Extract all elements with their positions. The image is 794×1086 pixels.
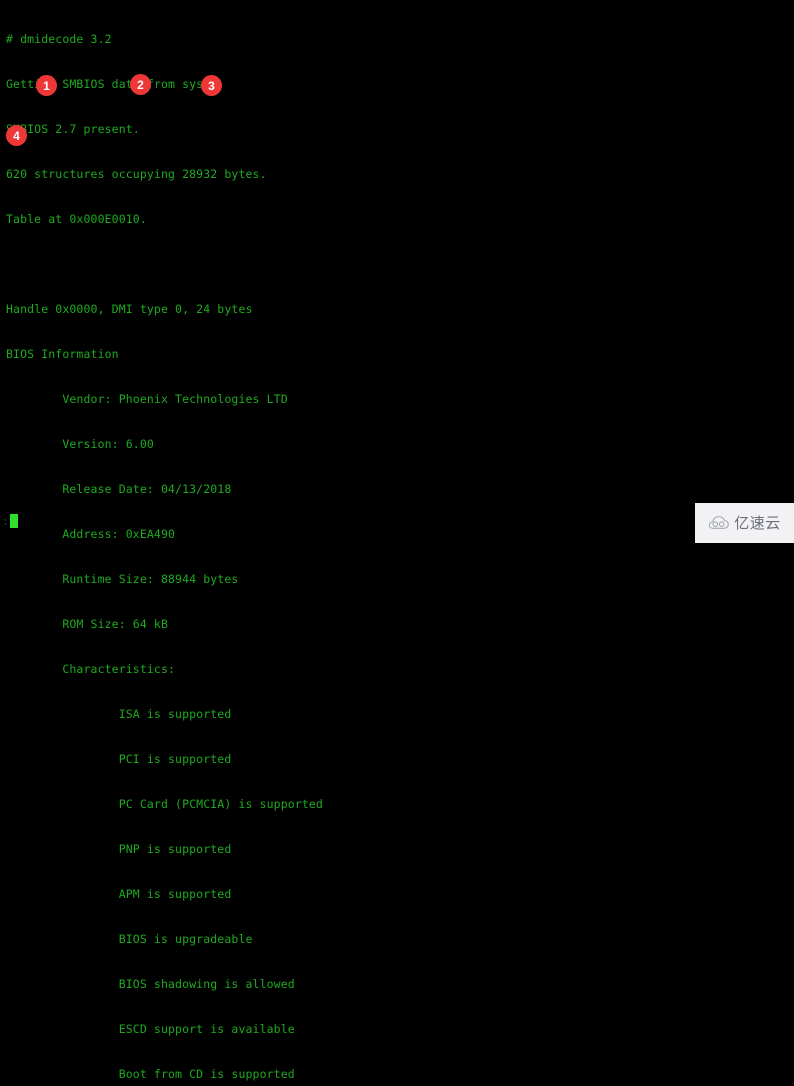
terminal-line: # dmidecode 3.2 bbox=[6, 32, 112, 46]
terminal-output: # dmidecode 3.2 Getting SMBIOS data from… bbox=[6, 2, 450, 1086]
terminal-window[interactable]: # dmidecode 3.2 Getting SMBIOS data from… bbox=[0, 0, 794, 1081]
terminal-line: Boot from CD is supported bbox=[6, 1067, 295, 1081]
terminal-line: PNP is supported bbox=[6, 842, 232, 856]
terminal-line: ISA is supported bbox=[6, 707, 232, 721]
watermark-label: 亿速云 bbox=[734, 513, 781, 532]
terminal-line: BIOS is upgradeable bbox=[6, 932, 253, 946]
terminal-line: Release Date: 04/13/2018 bbox=[6, 482, 232, 496]
terminal-line: Handle 0x0000, DMI type 0, 24 bytes bbox=[6, 302, 253, 316]
terminal-line: APM is supported bbox=[6, 887, 232, 901]
terminal-line: BIOS Information bbox=[6, 347, 119, 361]
annotation-badge-1: 1 bbox=[36, 75, 57, 96]
terminal-line: 620 structures occupying 28932 bytes. bbox=[6, 167, 267, 181]
terminal-line: Version: 6.00 bbox=[6, 437, 154, 451]
terminal-line: Characteristics: bbox=[6, 662, 176, 676]
cloud-icon bbox=[709, 516, 730, 529]
terminal-line: Runtime Size: 88944 bytes bbox=[6, 572, 239, 586]
watermark: 亿速云 bbox=[695, 503, 794, 543]
terminal-line: Vendor: Phoenix Technologies LTD bbox=[6, 392, 288, 406]
terminal-line: Getting SMBIOS data from sysfs. bbox=[6, 77, 225, 91]
annotation-badge-3: 3 bbox=[201, 75, 222, 96]
terminal-line: SMBIOS 2.7 present. bbox=[6, 122, 140, 136]
annotation-badge-4: 4 bbox=[6, 125, 27, 146]
terminal-line: PCI is supported bbox=[6, 752, 232, 766]
terminal-line: Table at 0x000E0010. bbox=[6, 212, 147, 226]
terminal-cursor bbox=[10, 514, 18, 528]
annotation-badge-2: 2 bbox=[130, 74, 151, 95]
terminal-line: ESCD support is available bbox=[6, 1022, 295, 1036]
terminal-line: ROM Size: 64 kB bbox=[6, 617, 169, 631]
terminal-prompt-ghost: : bbox=[2, 514, 9, 528]
terminal-line: Address: 0xEA490 bbox=[6, 527, 176, 541]
terminal-line: BIOS shadowing is allowed bbox=[6, 977, 295, 991]
terminal-line: PC Card (PCMCIA) is supported bbox=[6, 797, 323, 811]
